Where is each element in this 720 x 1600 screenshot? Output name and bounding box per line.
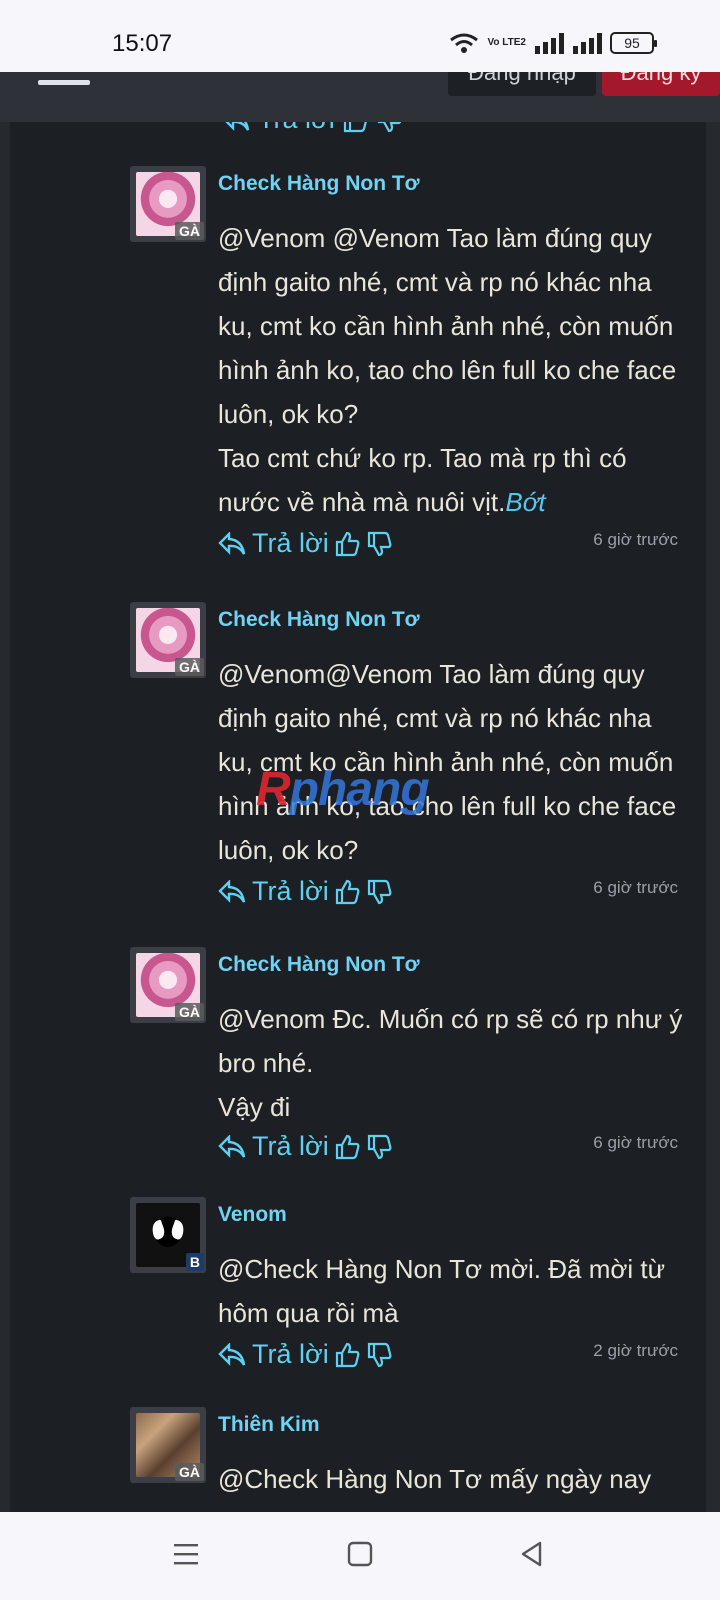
comment-text: @Check Hàng Non Tơ mấy ngày nay	[218, 1457, 690, 1501]
username[interactable]: Check Hàng Non Tơ	[218, 608, 420, 632]
dislike-icon[interactable]	[367, 1342, 393, 1368]
home-icon[interactable]	[346, 1540, 374, 1568]
comment-item: GÀ Check Hàng Non Tơ @Venom Đc. Muốn có …	[130, 947, 700, 1167]
comment-actions: Trả lời	[218, 876, 393, 907]
like-icon[interactable]	[335, 1134, 361, 1160]
comment-actions: Trả lời	[218, 1131, 393, 1162]
signal-icon-1	[535, 33, 564, 54]
status-time: 15:07	[112, 30, 173, 57]
signal-icon-2	[573, 33, 602, 54]
timestamp: 2 giờ trước	[593, 1341, 678, 1360]
avatar[interactable]: GÀ	[130, 1407, 206, 1483]
comment-text: @Venom @Venom Tao làm đúng quy định gait…	[218, 216, 690, 524]
dislike-icon[interactable]	[367, 531, 393, 557]
reply-icon[interactable]	[218, 531, 246, 556]
username[interactable]: Check Hàng Non Tơ	[218, 172, 420, 196]
comment-line: Tao cmt chứ ko rp. Tao mà rp thì có nước…	[218, 443, 627, 517]
register-button[interactable]: Đăng ký	[602, 72, 720, 96]
site-watermark: Rphang	[256, 763, 430, 816]
system-nav-bar	[0, 1512, 720, 1600]
like-icon[interactable]	[343, 122, 369, 133]
avatar[interactable]: B	[130, 1197, 206, 1273]
reply-icon[interactable]	[218, 1134, 246, 1159]
rank-badge: GÀ	[175, 222, 204, 240]
reply-link[interactable]: Trả lời	[252, 528, 329, 559]
comment-line-wrap: Tao cmt chứ ko rp. Tao mà rp thì có nước…	[218, 436, 690, 524]
site-header: Đăng nhập Đăng ký	[0, 72, 720, 122]
avatar[interactable]: GÀ	[130, 166, 206, 242]
comment-actions: Trả lời	[222, 122, 403, 135]
collapse-link[interactable]: Bớt	[505, 487, 545, 517]
reply-icon[interactable]	[222, 122, 250, 132]
avatar[interactable]: GÀ	[130, 602, 206, 678]
dislike-icon[interactable]	[377, 122, 403, 133]
timestamp: 6 giờ trước	[593, 530, 678, 549]
comment-line: Vậy đi	[218, 1092, 291, 1122]
like-icon[interactable]	[335, 879, 361, 905]
battery-icon: 95	[610, 32, 657, 54]
status-bar: 15:07 Vo LTE2 95	[0, 0, 720, 72]
rank-badge: GÀ	[175, 1463, 204, 1481]
dislike-icon[interactable]	[367, 1134, 393, 1160]
comment-line: @Venom @Venom Tao làm đúng quy định gait…	[218, 223, 677, 429]
avatar[interactable]: GÀ	[130, 947, 206, 1023]
reply-link[interactable]: Trả lời	[252, 876, 329, 907]
reply-icon[interactable]	[218, 1342, 246, 1367]
reply-link[interactable]: Trả lời	[252, 1131, 329, 1162]
dislike-icon[interactable]	[367, 879, 393, 905]
comment-actions: Trả lời	[218, 1339, 393, 1370]
comment-item: GÀ Thiên Kim @Check Hàng Non Tơ mấy ngày…	[130, 1407, 700, 1512]
comment-line: @Check Hàng Non Tơ mời. Đã mời từ hôm qu…	[218, 1254, 666, 1328]
rank-badge: GÀ	[175, 658, 204, 676]
comment-text: @Check Hàng Non Tơ mời. Đã mời từ hôm qu…	[218, 1247, 690, 1335]
reply-icon[interactable]	[218, 879, 246, 904]
comment-text: @Venom Đc. Muốn có rp sẽ có rp như ý bro…	[218, 997, 690, 1129]
wifi-icon	[450, 33, 479, 53]
timestamp: 6 giờ trước	[593, 878, 678, 897]
like-icon[interactable]	[335, 531, 361, 557]
reply-link[interactable]: Trả lời	[258, 122, 335, 135]
username[interactable]: Thiên Kim	[218, 1413, 320, 1437]
recent-apps-icon[interactable]	[172, 1540, 200, 1568]
back-icon[interactable]	[518, 1540, 546, 1568]
comment-item: B Venom @Check Hàng Non Tơ mời. Đã mời t…	[130, 1197, 700, 1377]
comments-section: Trả lời GÀ Check Hàng Non Tơ @Venom @Ven…	[0, 122, 720, 1512]
volte-indicator: Vo LTE2	[487, 37, 526, 48]
comment-actions: Trả lời	[218, 528, 393, 559]
comment-line: @Venom Đc. Muốn có rp sẽ có rp như ý bro…	[218, 1004, 683, 1078]
timestamp: 6 giờ trước	[593, 1133, 678, 1152]
username[interactable]: Venom	[218, 1203, 287, 1227]
menu-icon[interactable]	[38, 72, 90, 94]
like-icon[interactable]	[335, 1342, 361, 1368]
login-button[interactable]: Đăng nhập	[448, 72, 596, 96]
rank-badge: GÀ	[175, 1003, 204, 1021]
reply-link[interactable]: Trả lời	[252, 1339, 329, 1370]
system-icons: Vo LTE2 95	[449, 32, 657, 54]
username[interactable]: Check Hàng Non Tơ	[218, 953, 420, 977]
rank-badge: B	[185, 1253, 204, 1271]
comment-line: @Check Hàng Non Tơ mấy ngày nay	[218, 1464, 652, 1494]
comment-item: GÀ Check Hàng Non Tơ @Venom @Venom Tao l…	[130, 166, 700, 566]
